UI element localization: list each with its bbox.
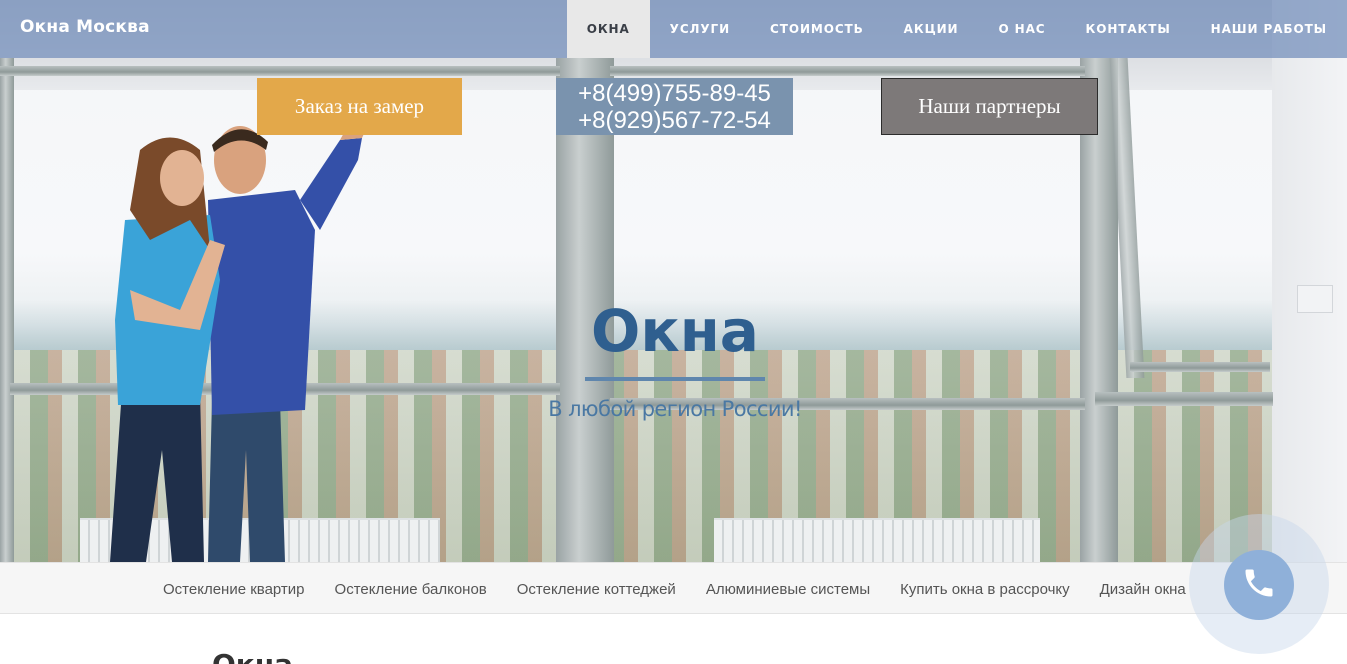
phone-icon: [1241, 565, 1277, 606]
window-frame-left: [0, 58, 14, 562]
top-navbar: Окна Москва ОКНА УСЛУГИ СТОИМОСТЬ АКЦИИ …: [0, 0, 1347, 58]
phone-numbers: +8(499)755-89-45 +8(929)567-72-54: [556, 78, 793, 135]
subnav-item-installments[interactable]: Купить окна в рассрочку: [885, 563, 1085, 615]
window-frame-top-center: [610, 66, 1085, 76]
light-switch: [1297, 285, 1333, 313]
hero-subtitle: В любой регион России!: [548, 397, 802, 421]
subnav-item-cottages[interactable]: Остекление коттеджей: [502, 563, 691, 615]
main-menu: ОКНА УСЛУГИ СТОИМОСТЬ АКЦИИ О НАС КОНТАК…: [566, 0, 1347, 58]
wall: [1272, 0, 1347, 562]
services-subnav: Остекление квартир Остекление балконов О…: [0, 562, 1347, 614]
brand-logo[interactable]: Окна Москва: [20, 17, 150, 37]
window-sill-right: [1095, 392, 1273, 406]
section-title: Окна: [212, 648, 293, 664]
subnav-item-balconies[interactable]: Остекление балконов: [320, 563, 502, 615]
subnav-item-aluminium[interactable]: Алюминиевые системы: [691, 563, 885, 615]
menu-item-windows[interactable]: ОКНА: [566, 0, 650, 58]
menu-item-services[interactable]: УСЛУГИ: [650, 0, 750, 58]
window-frame-top-left: [0, 66, 560, 76]
menu-item-our-works[interactable]: НАШИ РАБОТЫ: [1191, 0, 1347, 58]
radiator-right: [714, 518, 1040, 562]
menu-item-about[interactable]: О НАС: [979, 0, 1066, 58]
order-measurement-button[interactable]: Заказ на замер: [257, 78, 462, 135]
call-button[interactable]: [1224, 550, 1294, 620]
hero-title-underline: [585, 377, 765, 381]
phone-number-2[interactable]: +8(929)567-72-54: [556, 107, 793, 134]
phone-number-1[interactable]: +8(499)755-89-45: [556, 80, 793, 107]
partners-button[interactable]: Наши партнеры: [881, 78, 1098, 135]
hero-title: Окна: [591, 297, 759, 365]
menu-item-cost[interactable]: СТОИМОСТЬ: [750, 0, 884, 58]
couple-photo: [100, 120, 380, 562]
menu-item-contacts[interactable]: КОНТАКТЫ: [1066, 0, 1191, 58]
subnav-item-design[interactable]: Дизайн окна: [1085, 563, 1201, 615]
menu-item-promotions[interactable]: АКЦИИ: [884, 0, 979, 58]
subnav-item-apartments[interactable]: Остекление квартир: [148, 563, 320, 615]
open-sash-bottom: [1130, 362, 1270, 372]
